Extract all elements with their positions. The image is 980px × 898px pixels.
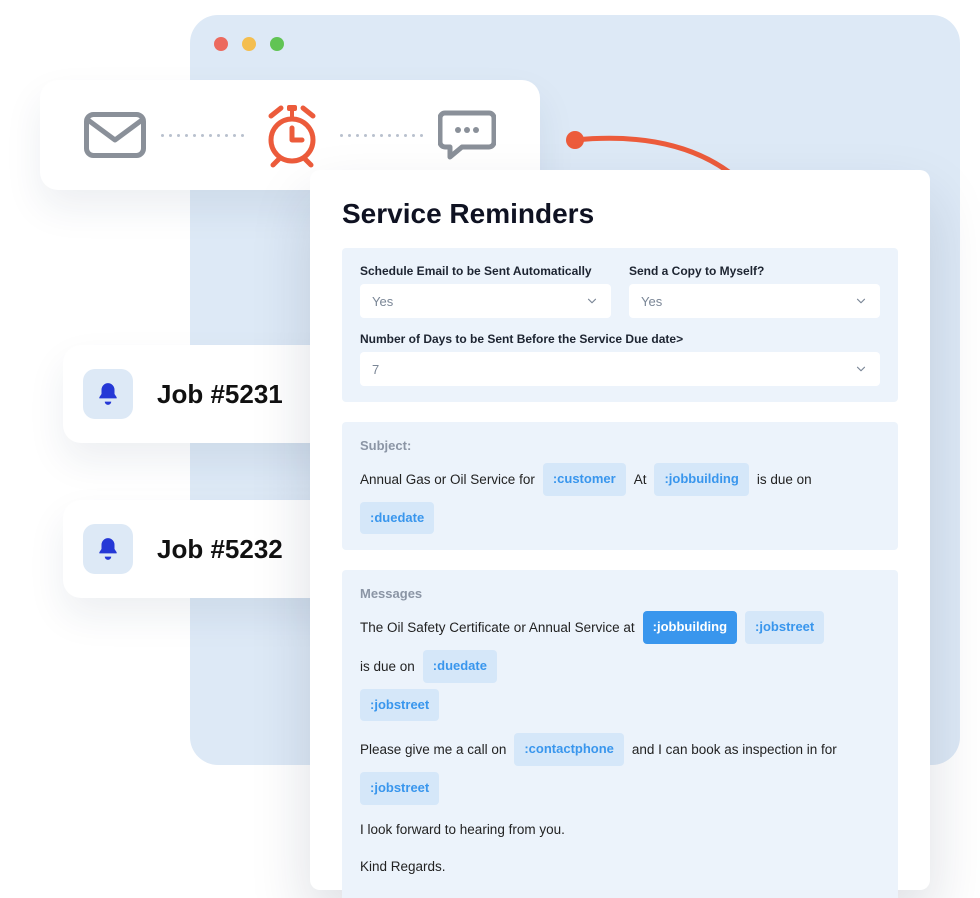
messages-label: Messages [360, 586, 880, 601]
alarm-clock-icon [259, 102, 325, 168]
message-text: is due on [360, 654, 415, 680]
message-text: Kind Regards. [360, 854, 446, 880]
select-value: Yes [641, 294, 662, 309]
message-line[interactable]: Kind Regards. [360, 854, 880, 880]
select-value: 7 [372, 362, 379, 377]
traffic-yellow [242, 37, 256, 51]
schedule-email-select[interactable]: Yes [360, 284, 611, 318]
chevron-down-icon [585, 294, 599, 308]
message-text: The Oil Safety Certificate or Annual Ser… [360, 615, 635, 641]
bell-icon [83, 524, 133, 574]
message-line[interactable]: :jobstreet [360, 689, 880, 722]
token-customer[interactable]: :customer [543, 463, 626, 496]
subject-text: At [634, 467, 647, 493]
message-line[interactable]: The Oil Safety Certificate or Annual Ser… [360, 611, 880, 682]
window-traffic-lights [214, 37, 284, 51]
job-number: Job #5232 [157, 534, 283, 565]
message-line[interactable]: Please give me a call on :contactphone a… [360, 733, 880, 804]
traffic-green [270, 37, 284, 51]
send-copy-label: Send a Copy to Myself? [629, 264, 880, 278]
page-title: Service Reminders [342, 198, 898, 230]
token-duedate[interactable]: :duedate [360, 502, 434, 535]
message-line[interactable]: I look forward to hearing from you. [360, 817, 880, 843]
chevron-down-icon [854, 362, 868, 376]
messages-panel: Messages The Oil Safety Certificate or A… [342, 570, 898, 898]
days-before-select[interactable]: 7 [360, 352, 880, 386]
message-text: and I can book as inspection in for [632, 737, 837, 763]
schedule-email-label: Schedule Email to be Sent Automatically [360, 264, 611, 278]
chat-icon [438, 108, 496, 162]
token-contactphone[interactable]: :contactphone [514, 733, 624, 766]
chevron-down-icon [854, 294, 868, 308]
message-text: I look forward to hearing from you. [360, 817, 565, 843]
mail-icon [84, 112, 146, 158]
select-value: Yes [372, 294, 393, 309]
token-jobstreet[interactable]: :jobstreet [360, 772, 439, 805]
bell-icon [83, 369, 133, 419]
token-jobbuilding[interactable]: :jobbuilding [654, 463, 748, 496]
traffic-red [214, 37, 228, 51]
schedule-panel: Schedule Email to be Sent Automatically … [342, 248, 898, 402]
message-text: Please give me a call on [360, 737, 506, 763]
subject-line[interactable]: Annual Gas or Oil Service for :customer … [360, 463, 880, 534]
token-jobstreet[interactable]: :jobstreet [360, 689, 439, 722]
service-reminders-card: Service Reminders Schedule Email to be S… [310, 170, 930, 890]
token-jobstreet[interactable]: :jobstreet [745, 611, 824, 644]
subject-label: Subject: [360, 438, 880, 453]
token-jobbuilding[interactable]: :jobbuilding [643, 611, 737, 644]
subject-text: Annual Gas or Oil Service for [360, 467, 535, 493]
flow-connector [337, 133, 427, 137]
token-duedate[interactable]: :duedate [423, 650, 497, 683]
flow-connector [158, 133, 248, 137]
days-before-label: Number of Days to be Sent Before the Ser… [360, 332, 880, 346]
subject-text: is due on [757, 467, 812, 493]
job-number: Job #5231 [157, 379, 283, 410]
send-copy-select[interactable]: Yes [629, 284, 880, 318]
subject-panel: Subject: Annual Gas or Oil Service for :… [342, 422, 898, 550]
